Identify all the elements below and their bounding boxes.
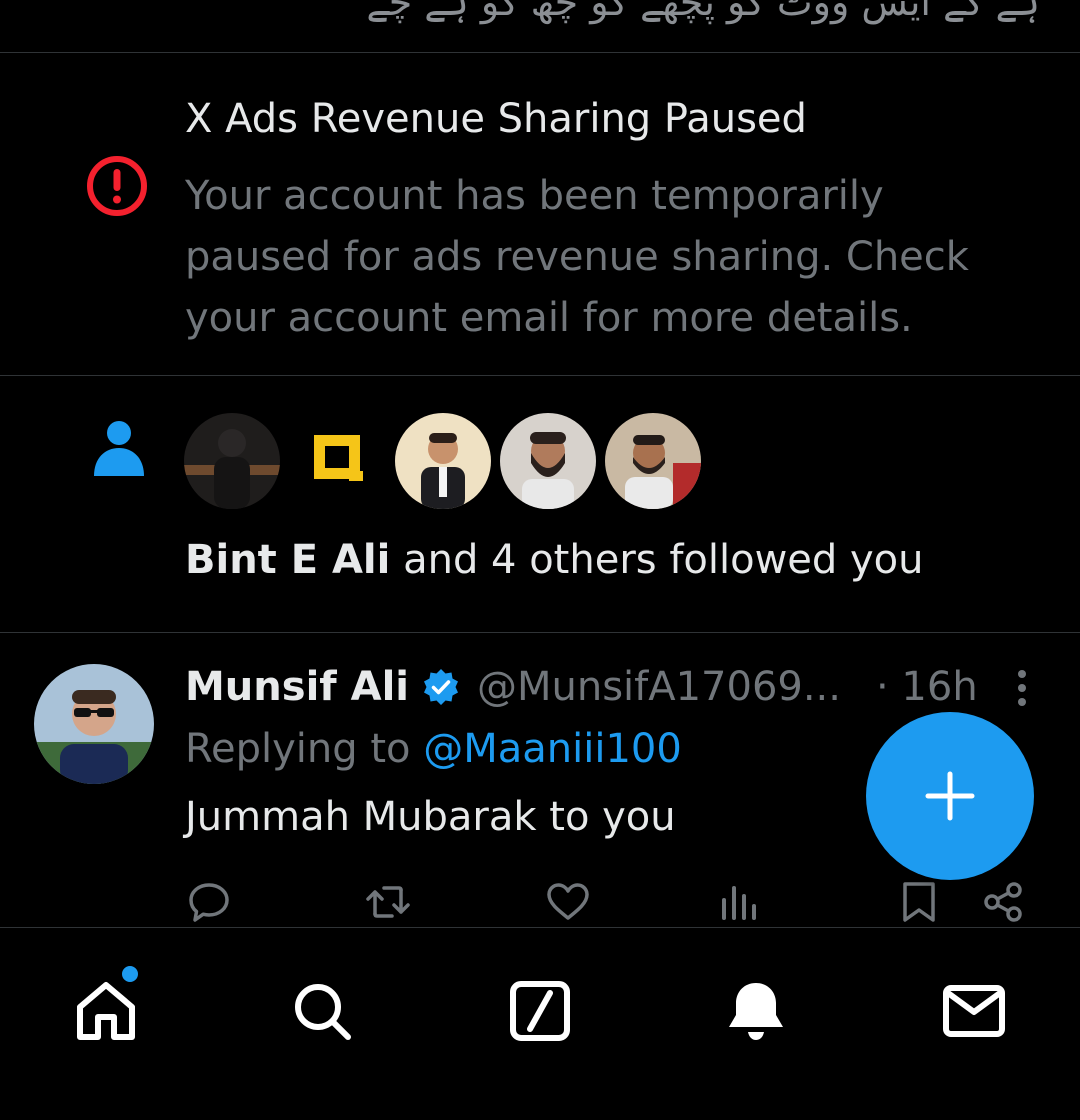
previous-tweet-fragment: ہے کے ایس ووٹ کو پچھے کو چھ کو ہے چے <box>0 0 1080 53</box>
follower-avatar[interactable] <box>605 413 701 509</box>
messages-icon <box>943 985 1005 1037</box>
bookmark-button[interactable] <box>895 878 943 926</box>
nav-search[interactable] <box>290 979 354 1043</box>
follower-name[interactable]: Bint E Ali <box>185 537 390 583</box>
views-icon <box>722 886 756 920</box>
like-button[interactable] <box>544 878 592 926</box>
author-name[interactable]: Munsif Ali <box>185 664 409 710</box>
replying-prefix: Replying to <box>185 726 424 772</box>
follow-notification[interactable]: Bint E Ali and 4 others followed you <box>0 377 1080 633</box>
verified-badge-icon <box>423 669 458 705</box>
follow-text: Bint E Ali and 4 others followed you <box>185 537 924 583</box>
share-button[interactable] <box>980 878 1028 926</box>
follower-avatar[interactable] <box>292 413 388 509</box>
retweet-icon <box>366 886 410 918</box>
alert-circle-icon <box>87 156 147 216</box>
follower-avatar[interactable] <box>395 413 491 509</box>
person-icon <box>94 421 144 476</box>
like-icon <box>547 883 589 920</box>
retweet-button[interactable] <box>364 878 412 926</box>
notice-body: Your account has been temporarily paused… <box>185 173 969 341</box>
tweet-header: Munsif Ali @MunsifA17069... <box>185 662 841 712</box>
ads-revenue-notice[interactable]: X Ads Revenue Sharing Paused Your accoun… <box>0 54 1080 376</box>
nav-notifications[interactable] <box>724 979 788 1043</box>
bookmark-icon <box>903 882 935 922</box>
replying-to: Replying to @Maaniii100 <box>185 726 682 772</box>
grok-icon <box>510 981 570 1041</box>
home-notification-dot <box>119 963 141 985</box>
more-options-icon[interactable] <box>1012 668 1032 708</box>
views-button[interactable] <box>716 878 764 926</box>
nav-home[interactable] <box>74 979 138 1043</box>
reply-button[interactable] <box>185 878 233 926</box>
plus-icon <box>925 771 975 821</box>
search-icon <box>295 984 351 1040</box>
bottom-navigation <box>0 929 1080 1120</box>
tweet-text: Jummah Mubarak to you <box>185 794 676 840</box>
home-icon <box>77 982 135 1040</box>
follow-text-rest: and 4 others followed you <box>390 537 924 583</box>
replying-mention[interactable]: @Maaniii100 <box>423 726 682 772</box>
nav-grok[interactable] <box>508 979 572 1043</box>
compose-button[interactable] <box>866 712 1034 880</box>
notice-title: X Ads Revenue Sharing Paused <box>185 96 807 142</box>
tweet-time[interactable]: · 16h <box>876 662 978 712</box>
reply-icon <box>189 883 229 922</box>
urdu-text: ہے کے ایس ووٹ کو پچھے کو چھ کو ہے چے <box>366 0 1040 24</box>
follower-avatar[interactable] <box>184 413 280 509</box>
author-avatar[interactable] <box>34 664 154 784</box>
share-icon <box>984 882 1022 922</box>
follower-avatar[interactable] <box>500 413 596 509</box>
nav-messages[interactable] <box>942 979 1006 1043</box>
notifications-icon <box>729 983 783 1040</box>
author-handle[interactable]: @MunsifA17069... <box>477 664 841 710</box>
